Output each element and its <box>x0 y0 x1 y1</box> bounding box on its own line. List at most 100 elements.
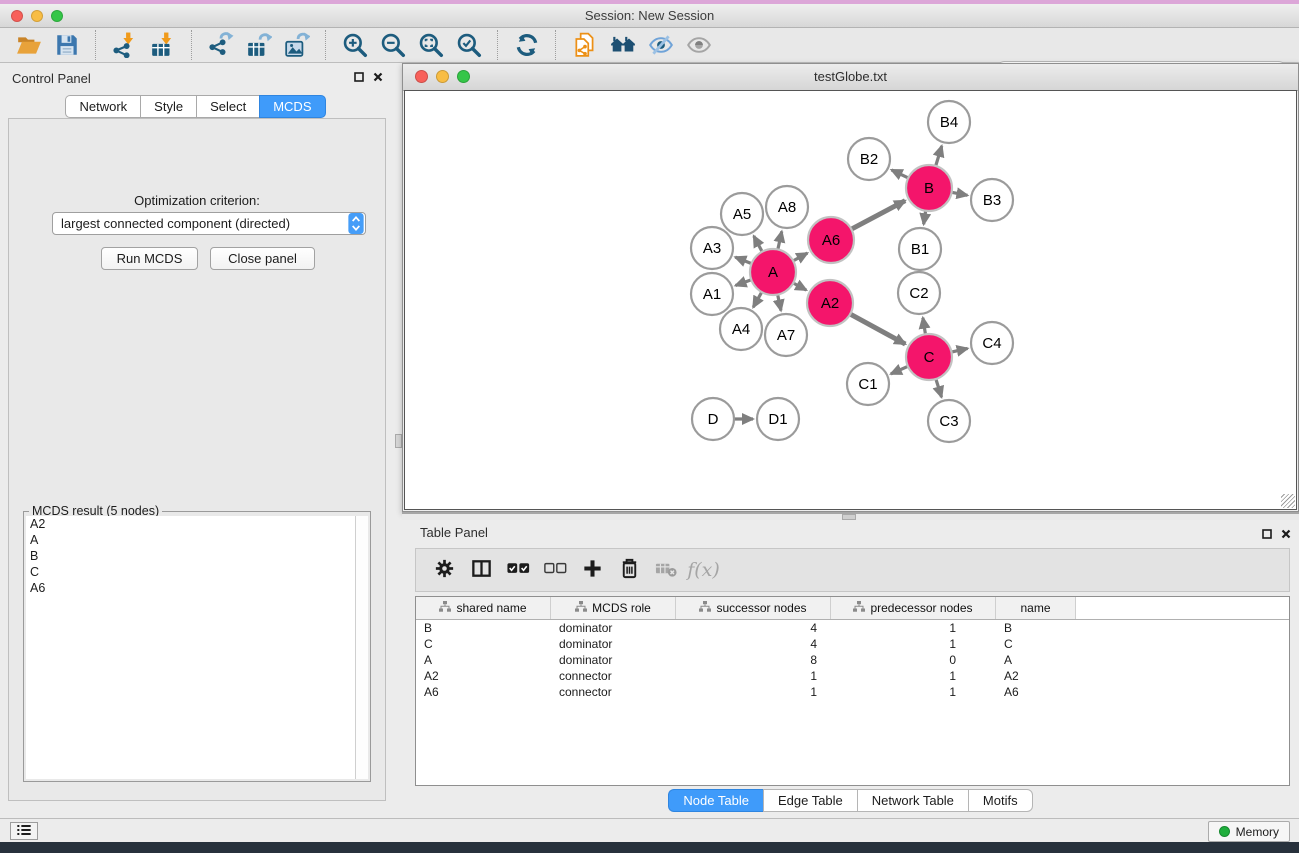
mcds-result-item[interactable]: A <box>26 532 356 548</box>
close-panel-icon[interactable] <box>373 72 383 82</box>
edge-A-A3[interactable] <box>735 257 751 263</box>
network-window-controls <box>415 70 470 83</box>
close-panel-icon[interactable] <box>1281 529 1291 539</box>
table-cell: 4 <box>676 637 831 651</box>
close-panel-button[interactable]: Close panel <box>210 247 315 270</box>
tab-node-table[interactable]: Node Table <box>668 789 763 812</box>
mcds-result-item[interactable]: C <box>26 564 356 580</box>
column-header-label: name <box>1020 601 1050 615</box>
optimization-dropdown-value: largest connected component (directed) <box>53 216 348 231</box>
splitter-handle[interactable] <box>395 434 402 448</box>
resize-grip[interactable] <box>1281 494 1295 508</box>
mcds-result-item[interactable]: B <box>26 548 356 564</box>
tab-edge-table[interactable]: Edge Table <box>763 789 857 812</box>
close-button[interactable] <box>11 10 23 22</box>
edge-A-A1[interactable] <box>736 280 752 286</box>
toolbar-button-zoom-out[interactable] <box>375 30 411 60</box>
tab-select[interactable]: Select <box>196 95 259 118</box>
mcds-result-item[interactable]: A6 <box>26 580 356 596</box>
edge-A2-C[interactable] <box>850 314 905 344</box>
network-close-button[interactable] <box>415 70 428 83</box>
edge-B-B2[interactable] <box>892 170 909 178</box>
column-header-successor-nodes[interactable]: successor nodes <box>676 597 831 619</box>
edge-C-C3[interactable] <box>936 379 942 397</box>
table-toolbar-button-select-all-checkboxes[interactable] <box>500 554 537 586</box>
edge-A-A8[interactable] <box>778 231 782 249</box>
table-toolbar-button-delete-column[interactable] <box>611 554 648 586</box>
optimization-dropdown[interactable]: largest connected component (directed) <box>52 212 366 235</box>
edge-C-C1[interactable] <box>891 366 908 374</box>
table-toolbar-button-deselect-all-checkboxes[interactable] <box>537 554 574 586</box>
toolbar-button-import-table[interactable] <box>145 30 181 60</box>
table-toolbar-button-table-settings[interactable] <box>426 554 463 586</box>
run-mcds-button[interactable]: Run MCDS <box>101 247 198 270</box>
table-row[interactable]: A6connector11A6 <box>416 684 1289 700</box>
toolbar-button-export-network[interactable] <box>203 30 239 60</box>
table-toolbar-button-function-builder[interactable]: f(x) <box>685 554 722 586</box>
table-toolbar: f(x) <box>415 548 1290 592</box>
toolbar-button-open-file[interactable] <box>11 30 47 60</box>
table-cell: 0 <box>831 653 996 667</box>
tab-motifs[interactable]: Motifs <box>968 789 1033 812</box>
toolbar-button-show-eye[interactable] <box>681 30 717 60</box>
column-header-predecessor-nodes[interactable]: predecessor nodes <box>831 597 996 619</box>
edge-A-A5[interactable] <box>754 236 762 252</box>
network-zoom-button[interactable] <box>457 70 470 83</box>
vertical-splitter[interactable] <box>391 63 402 818</box>
task-history-button[interactable] <box>10 822 38 840</box>
attribute-tree-icon <box>853 601 865 615</box>
zoom-fit-icon <box>418 32 444 58</box>
table-row[interactable]: Adominator80A <box>416 652 1289 668</box>
toolbar-button-import-network[interactable] <box>107 30 143 60</box>
table-cell: A2 <box>416 669 551 683</box>
table-toolbar-button-delete-table[interactable] <box>648 554 685 586</box>
node-label-D: D <box>708 411 719 428</box>
toolbar-button-zoom-fit[interactable] <box>413 30 449 60</box>
float-panel-icon[interactable] <box>354 72 364 82</box>
tab-style[interactable]: Style <box>140 95 196 118</box>
edge-C-C2[interactable] <box>923 318 926 335</box>
table-cell: dominator <box>551 637 676 651</box>
float-panel-icon[interactable] <box>1262 529 1272 539</box>
table-row[interactable]: A2connector11A2 <box>416 668 1289 684</box>
edge-A6-B[interactable] <box>851 201 905 230</box>
network-minimize-button[interactable] <box>436 70 449 83</box>
memory-button[interactable]: Memory <box>1208 821 1290 842</box>
table-toolbar-button-split-columns[interactable] <box>463 554 500 586</box>
table-body: Bdominator41BCdominator41CAdominator80AA… <box>416 620 1289 700</box>
edge-A-A4[interactable] <box>753 292 762 307</box>
minimize-button[interactable] <box>31 10 43 22</box>
table-cell: B <box>416 621 551 635</box>
edge-A-A2[interactable] <box>793 283 806 290</box>
edge-A-A7[interactable] <box>778 295 781 311</box>
control-panel-title: Control Panel <box>12 71 91 86</box>
table-row[interactable]: Cdominator41C <box>416 636 1289 652</box>
toolbar-button-zoom-selected[interactable] <box>451 30 487 60</box>
toolbar-button-export-table[interactable] <box>241 30 277 60</box>
column-header-shared-name[interactable]: shared name <box>416 597 551 619</box>
edge-A-A6[interactable] <box>793 253 807 261</box>
toolbar-button-refresh-layout[interactable] <box>509 30 545 60</box>
mcds-result-item[interactable]: A2 <box>26 516 356 532</box>
tab-mcds[interactable]: MCDS <box>259 95 325 118</box>
toolbar-button-hide-selected[interactable] <box>643 30 679 60</box>
toolbar-button-session-document[interactable] <box>567 30 603 60</box>
edge-C-C4[interactable] <box>951 348 967 352</box>
column-header-MCDS-role[interactable]: MCDS role <box>551 597 676 619</box>
edge-B-B3[interactable] <box>952 192 968 195</box>
table-row[interactable]: Bdominator41B <box>416 620 1289 636</box>
toolbar-button-zoom-in[interactable] <box>337 30 373 60</box>
toolbar-button-export-image[interactable] <box>279 30 315 60</box>
column-header-name[interactable]: name <box>996 597 1076 619</box>
toolbar-button-home-neighbors[interactable] <box>605 30 641 60</box>
node-table: shared nameMCDS rolesuccessor nodesprede… <box>415 596 1290 786</box>
tab-network[interactable]: Network <box>65 95 140 118</box>
edge-B-B1[interactable] <box>924 211 926 225</box>
network-canvas[interactable]: AA1A2A3A4A5A6A7A8BB1B2B3B4CC1C2C3C4DD1 <box>404 90 1297 510</box>
table-toolbar-button-add-column[interactable] <box>574 554 611 586</box>
toolbar-button-save-session[interactable] <box>49 30 85 60</box>
tab-network-table[interactable]: Network Table <box>857 789 968 812</box>
zoom-button[interactable] <box>51 10 63 22</box>
edge-B-B4[interactable] <box>936 146 942 166</box>
result-scrollbar[interactable] <box>355 516 368 779</box>
